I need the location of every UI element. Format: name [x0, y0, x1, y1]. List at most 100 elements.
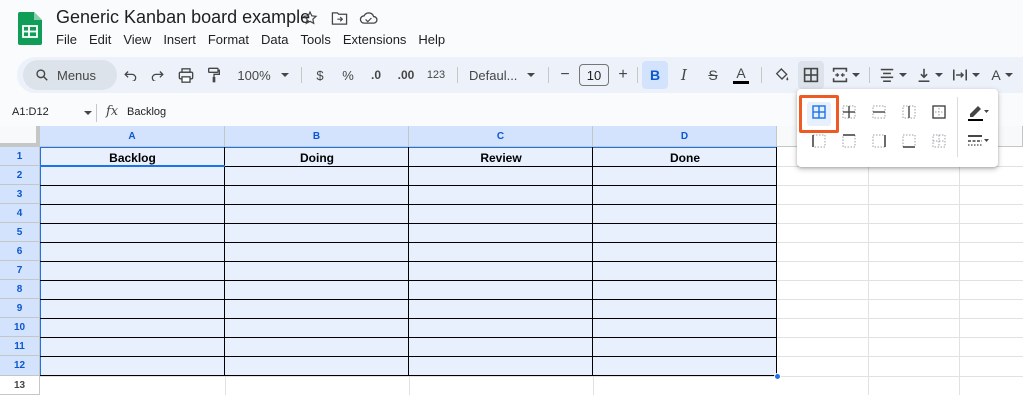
clear-borders-button[interactable] [927, 131, 951, 155]
text-color-button[interactable]: A [729, 61, 753, 89]
cell-c1[interactable]: Review [409, 148, 593, 167]
outer-borders-button[interactable] [927, 102, 951, 126]
sheets-logo-icon[interactable] [18, 12, 42, 45]
row-header[interactable]: 3 [0, 185, 40, 204]
row-header[interactable]: 2 [0, 166, 40, 185]
redo-button[interactable] [145, 61, 169, 89]
strikethrough-button[interactable]: S [701, 61, 725, 89]
column-header-c[interactable]: C [409, 126, 593, 147]
divider [301, 67, 302, 83]
horizontal-borders-button[interactable] [867, 102, 891, 126]
right-border-button[interactable] [867, 131, 891, 155]
cloud-saved-icon[interactable] [358, 9, 378, 27]
percent-format-button[interactable]: % [337, 61, 359, 89]
chevron-down-icon [852, 73, 860, 77]
highlight-annotation-box [799, 95, 839, 133]
merge-cells-button[interactable] [828, 61, 864, 89]
font-family-select[interactable]: Defaul... [465, 61, 541, 89]
menus-label: Menus [57, 67, 97, 83]
increase-font-size-button[interactable]: + [613, 61, 633, 89]
star-icon[interactable] [300, 9, 320, 27]
move-folder-icon[interactable] [329, 9, 349, 27]
column-header-a[interactable]: A [40, 126, 225, 147]
bottom-border-button[interactable] [897, 131, 921, 155]
text-rotation-icon: A [991, 67, 1001, 83]
vertical-align-button[interactable] [913, 61, 947, 89]
menus-search-button[interactable]: Menus [23, 60, 117, 90]
top-border-icon [842, 133, 856, 153]
menu-insert[interactable]: Insert [157, 31, 202, 49]
divider [457, 67, 458, 83]
text-wrapping-button[interactable] [949, 61, 983, 89]
formula-input[interactable]: Backlog [127, 106, 166, 118]
font-family-value: Defaul... [469, 67, 518, 83]
fill-handle[interactable] [774, 373, 781, 380]
row-header[interactable]: 8 [0, 280, 40, 299]
name-box[interactable]: A1:D12 [12, 106, 49, 118]
cell-border [40, 280, 777, 281]
row-header[interactable]: 12 [0, 356, 40, 376]
menu-extensions[interactable]: Extensions [337, 31, 413, 49]
text-rotation-button[interactable]: A [985, 61, 1019, 89]
row-header[interactable]: 4 [0, 204, 40, 223]
strikethrough-icon: S [708, 67, 718, 83]
left-border-button[interactable] [807, 131, 831, 155]
menu-file[interactable]: File [50, 31, 83, 49]
row-header[interactable]: 5 [0, 223, 40, 242]
cell-b1[interactable]: Doing [225, 148, 409, 167]
increase-decimal-label: .00 [397, 68, 415, 82]
print-button[interactable] [173, 61, 199, 89]
cell-d1[interactable]: Done [593, 148, 777, 167]
column-header-d[interactable]: D [593, 126, 777, 147]
decrease-decimal-button[interactable]: .0 [365, 61, 387, 89]
decrease-font-size-button[interactable]: − [555, 61, 575, 89]
row-header[interactable]: 7 [0, 261, 40, 280]
row-header[interactable]: 1 [0, 147, 40, 166]
border-color-button[interactable] [963, 102, 993, 126]
top-border-button[interactable] [837, 131, 861, 155]
menu-edit[interactable]: Edit [83, 31, 117, 49]
increase-decimal-button[interactable]: .00 [393, 61, 419, 89]
gridline [409, 376, 410, 395]
horizontal-align-button[interactable] [875, 61, 911, 89]
inner-borders-button[interactable] [837, 102, 861, 126]
divider [637, 67, 638, 83]
chevron-down-icon [935, 73, 943, 77]
currency-format-button[interactable]: $ [309, 61, 331, 89]
paint-format-button[interactable] [202, 61, 226, 89]
fill-color-button[interactable] [769, 61, 795, 89]
menu-data[interactable]: Data [255, 31, 294, 49]
font-size-field[interactable]: 10 [577, 61, 611, 89]
border-style-button[interactable] [963, 131, 993, 155]
row-header[interactable]: 9 [0, 299, 40, 318]
bold-icon: B [649, 67, 661, 83]
divider [957, 97, 958, 157]
bold-button[interactable]: B [642, 61, 668, 89]
currency-label: $ [316, 67, 324, 83]
cell-a1[interactable]: Backlog [40, 148, 225, 167]
menu-view[interactable]: View [117, 31, 157, 49]
cell-border [40, 204, 777, 205]
borders-button[interactable] [798, 61, 824, 89]
row-header[interactable]: 13 [0, 376, 40, 395]
vertical-borders-icon [902, 105, 916, 124]
more-formats-button[interactable]: 123 [423, 61, 449, 89]
zoom-select[interactable]: 100% [231, 61, 295, 89]
chevron-down-icon [280, 73, 289, 77]
menu-help[interactable]: Help [412, 31, 451, 49]
menu-format[interactable]: Format [202, 31, 255, 49]
number-format-label: 123 [426, 69, 446, 81]
right-border-icon [872, 134, 886, 153]
menu-tools[interactable]: Tools [294, 31, 336, 49]
row-header[interactable]: 11 [0, 337, 40, 356]
vertical-borders-button[interactable] [897, 102, 921, 126]
row-header[interactable]: 10 [0, 318, 40, 337]
italic-button[interactable]: I [672, 61, 696, 89]
document-title[interactable]: Generic Kanban board example [56, 7, 310, 28]
select-all-corner[interactable] [0, 126, 40, 147]
row-header[interactable]: 6 [0, 242, 40, 261]
chevron-down-icon[interactable] [84, 111, 92, 115]
column-header-b[interactable]: B [225, 126, 409, 147]
undo-button[interactable] [119, 61, 143, 89]
undo-icon [124, 69, 138, 81]
